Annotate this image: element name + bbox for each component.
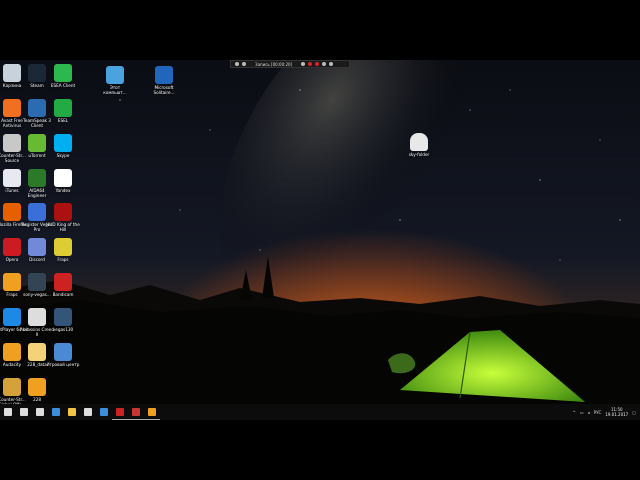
network-icon[interactable]: ▭	[580, 410, 584, 415]
clock-date: 19.01.2017	[605, 412, 629, 417]
fraps-taskbar-icon	[148, 407, 156, 416]
teamspeak-icon	[28, 99, 46, 117]
recorder-pencil-icon[interactable]	[301, 62, 306, 66]
vegas-register-icon	[28, 203, 46, 221]
desktop-icon-label: Yandex	[55, 188, 71, 193]
fraps-icon	[54, 238, 72, 256]
search-icon	[20, 408, 28, 416]
desktop-icon[interactable]: Bandicam	[46, 270, 80, 310]
language-indicator[interactable]: РУС	[594, 410, 602, 415]
taskbar-button[interactable]	[16, 404, 32, 420]
steam-icon	[28, 64, 46, 82]
wallpaper-night-sky	[0, 60, 640, 420]
css-icon	[3, 134, 21, 152]
desktop-screen: Запись [00:00:20] Корзина Steam ESEA Clien…	[0, 60, 640, 420]
desktop-icon[interactable]: HUD King of the Hill	[46, 200, 80, 240]
desktop-icon[interactable]: Игровой центр	[46, 340, 80, 380]
vegas130-icon	[54, 308, 72, 326]
recorder-settings-icon[interactable]	[242, 62, 246, 66]
taskbar-button[interactable]	[80, 404, 96, 420]
desktop-icon-cloud-folder[interactable]: sky-folder	[402, 130, 436, 170]
esea-icon	[54, 64, 72, 82]
firefox-icon	[3, 203, 21, 221]
bandicam-taskbar-icon	[116, 407, 124, 416]
audacity-icon	[3, 343, 21, 361]
taskbar-button[interactable]	[96, 404, 112, 420]
desktop-icon-label: 228	[33, 397, 41, 402]
taskbar-button[interactable]	[32, 404, 48, 420]
desktop-icon[interactable]: Microsoft Solitaire...	[147, 63, 181, 103]
edge-icon	[52, 408, 60, 416]
itunes-icon	[3, 169, 21, 187]
skype-icon	[54, 134, 72, 152]
fraps-mascot-icon	[3, 273, 21, 291]
solitaire-icon	[155, 66, 173, 84]
cloud-folder-icon	[410, 133, 428, 151]
taskbar-items	[0, 404, 160, 420]
yandex-icon	[54, 169, 72, 187]
screen-recorder-toolbar[interactable]: Запись [00:00:20]	[230, 60, 350, 68]
mail-icon	[100, 408, 108, 416]
obs-icon	[132, 407, 140, 416]
folder-icon	[28, 343, 46, 361]
volume-icon[interactable]: ◂	[588, 410, 590, 415]
assassins-creed-icon	[28, 308, 46, 326]
notifications-icon[interactable]: ▢	[632, 410, 636, 415]
system-tray: ^ ▭ ◂ РУС 11:50 19.01.2017 ▢	[573, 404, 637, 420]
mascot-icon	[28, 378, 46, 396]
recorder-record-icon[interactable]	[308, 62, 313, 66]
desktop-icon-label: ESEA Client	[50, 83, 76, 88]
desktop-icon-label: sky-folder	[408, 152, 430, 157]
desktop-icon-label: HUD King of the Hill	[46, 222, 80, 232]
desktop-icon-label: Skype	[56, 153, 70, 158]
store-icon	[84, 408, 92, 416]
game-center-icon	[54, 343, 72, 361]
desktop-icon[interactable]: ESEL	[46, 96, 80, 136]
csgo-icon	[3, 378, 21, 396]
recorder-title: Запись [00:00:20]	[255, 61, 293, 67]
desktop-icon-label: ESEL	[57, 118, 69, 123]
taskbar-button[interactable]	[144, 404, 160, 420]
opera-icon	[3, 238, 21, 256]
taskbar-button[interactable]	[48, 404, 64, 420]
esel-icon	[54, 99, 72, 117]
letterbox-bottom	[0, 420, 640, 480]
letterbox-top	[0, 0, 640, 60]
windows-start-icon	[4, 408, 12, 416]
desktop-icon[interactable]: Fraps	[46, 235, 80, 275]
taskbar-button[interactable]	[128, 404, 144, 420]
desktop-icon-label: Microsoft Solitaire...	[153, 85, 175, 95]
taskbar-button[interactable]	[112, 404, 128, 420]
recorder-camera-icon[interactable]	[322, 62, 327, 66]
desktop-icon[interactable]: ESEA Client	[46, 61, 80, 101]
taskbar: ^ ▭ ◂ РУС 11:50 19.01.2017 ▢	[0, 404, 640, 420]
recorder-menu-icon[interactable]	[235, 62, 239, 66]
task-view-icon	[36, 408, 44, 416]
desktop-icon-label: Bandicam	[52, 292, 74, 297]
recorder-close-icon[interactable]	[329, 62, 334, 66]
avast-icon	[3, 99, 21, 117]
recycle-bin-icon	[3, 64, 21, 82]
desktop-icon[interactable]: Skype	[46, 131, 80, 171]
taskbar-button[interactable]	[64, 404, 80, 420]
aida64-icon	[28, 169, 46, 187]
taskbar-button[interactable]	[0, 404, 16, 420]
recorder-stop-icon[interactable]	[315, 62, 320, 66]
file-explorer-icon	[68, 408, 76, 416]
potplayer-icon	[3, 308, 21, 326]
desktop-icon-label: Fraps	[57, 257, 69, 262]
this-pc-icon	[106, 66, 124, 84]
clock[interactable]: 11:50 19.01.2017	[605, 407, 628, 417]
tray-chevron-icon[interactable]: ^	[573, 410, 576, 415]
vegas-icon	[28, 273, 46, 291]
desktop-icon[interactable]: vegas130	[46, 305, 80, 345]
hud-icon	[54, 203, 72, 221]
desktop-icon-label: Этот компьют...	[103, 85, 127, 95]
discord-icon	[28, 238, 46, 256]
desktop-icon-label: Игровой центр	[46, 362, 80, 367]
utorrent-icon	[28, 134, 46, 152]
desktop-icon[interactable]: Этот компьют...	[98, 63, 132, 103]
desktop-icon-label: vegas130	[52, 327, 74, 332]
bandicam-icon	[54, 273, 72, 291]
